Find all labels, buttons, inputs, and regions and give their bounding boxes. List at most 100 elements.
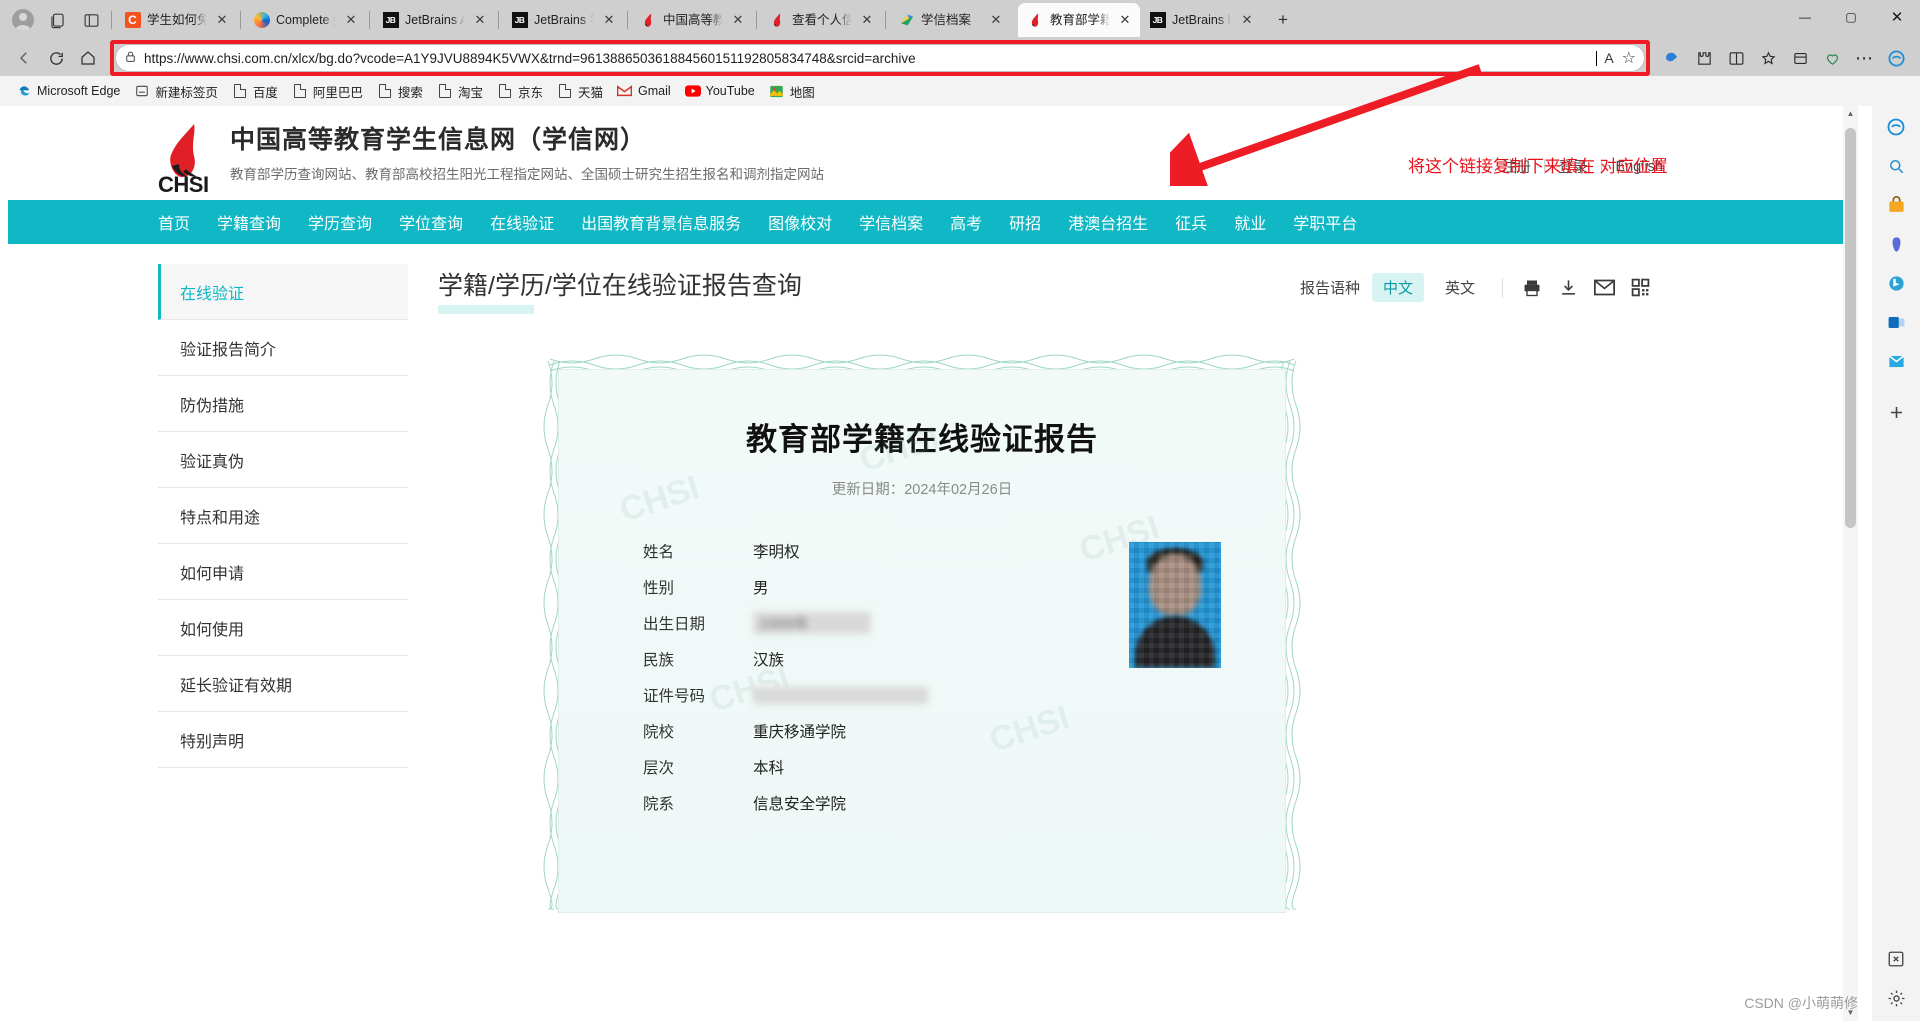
read-aloud-icon[interactable]: A bbox=[1604, 50, 1613, 66]
close-icon[interactable]: ✕ bbox=[859, 12, 875, 28]
scroll-up-icon[interactable]: ▲ bbox=[1843, 106, 1858, 122]
sidebar-item-how-to-apply[interactable]: 如何申请 bbox=[158, 544, 408, 600]
sidebar-item-features-uses[interactable]: 特点和用途 bbox=[158, 488, 408, 544]
minimize-button[interactable]: — bbox=[1782, 0, 1828, 34]
close-icon[interactable]: ✕ bbox=[343, 12, 359, 28]
qrcode-icon[interactable] bbox=[1627, 276, 1653, 300]
close-icon[interactable]: ✕ bbox=[472, 12, 488, 28]
nav-item-online-verify[interactable]: 在线验证 bbox=[490, 210, 554, 234]
sidebar-shopping-icon[interactable] bbox=[1880, 190, 1912, 220]
nav-item-xueji[interactable]: 学籍查询 bbox=[217, 210, 281, 234]
close-icon[interactable]: ✕ bbox=[1117, 12, 1133, 28]
nav-item-xueli[interactable]: 学历查询 bbox=[308, 210, 372, 234]
close-icon[interactable]: ✕ bbox=[1239, 12, 1255, 28]
close-icon[interactable]: ✕ bbox=[988, 12, 1004, 28]
sidebar-outlook-icon[interactable] bbox=[1880, 307, 1912, 337]
extensions-icon[interactable] bbox=[1688, 43, 1720, 73]
nav-item-zhengbing[interactable]: 征兵 bbox=[1175, 210, 1207, 234]
copilot-sidebar-icon[interactable] bbox=[1880, 43, 1912, 73]
bookmark-item[interactable]: 天猫 bbox=[551, 79, 609, 104]
tab-label: JetBrains lea bbox=[1172, 12, 1233, 27]
sidebar-item-verify-authenticity[interactable]: 验证真伪 bbox=[158, 432, 408, 488]
browser-tab[interactable]: C 学生如何免费 ✕ bbox=[115, 3, 237, 37]
lang-option-english[interactable]: 英文 bbox=[1434, 273, 1486, 302]
browser-tab[interactable]: 学信档案 ✕ bbox=[889, 3, 1011, 37]
back-icon[interactable] bbox=[8, 43, 40, 73]
browser-essentials-icon[interactable] bbox=[1816, 43, 1848, 73]
bookmark-item[interactable]: 淘宝 bbox=[431, 79, 489, 104]
nav-item-gaokao[interactable]: 高考 bbox=[950, 210, 982, 234]
bookmark-label: 京东 bbox=[517, 85, 543, 100]
copilot-icon[interactable] bbox=[1656, 43, 1688, 73]
field-label: 出生日期 bbox=[643, 616, 706, 633]
email-icon[interactable] bbox=[1591, 276, 1617, 300]
favorites-icon[interactable] bbox=[1752, 43, 1784, 73]
sidebar-copilot-icon[interactable] bbox=[1880, 112, 1912, 142]
tab-search-icon[interactable] bbox=[40, 3, 74, 37]
collections-icon[interactable] bbox=[1784, 43, 1816, 73]
close-icon[interactable]: ✕ bbox=[601, 12, 617, 28]
nav-item-yanzhao[interactable]: 研招 bbox=[1009, 210, 1041, 234]
nav-item-overseas[interactable]: 出国教育背景信息服务 bbox=[581, 210, 741, 234]
sidebar-expand-icon[interactable] bbox=[1880, 944, 1912, 974]
bookmark-label: 阿里巴巴 bbox=[312, 85, 363, 100]
bookmark-item[interactable]: 京东 bbox=[491, 79, 549, 104]
bookmark-item[interactable]: Microsoft Edge bbox=[10, 80, 126, 102]
nav-item-xuezhi[interactable]: 学职平台 bbox=[1293, 210, 1357, 234]
home-icon[interactable] bbox=[72, 43, 104, 73]
browser-tab[interactable]: JB JetBrains 学习 ✕ bbox=[502, 3, 624, 37]
lang-option-chinese[interactable]: 中文 bbox=[1371, 273, 1424, 302]
sidebar-item-how-to-use[interactable]: 如何使用 bbox=[158, 600, 408, 656]
gmail-icon bbox=[617, 83, 633, 99]
profile-button[interactable] bbox=[6, 3, 40, 37]
sidebar-add-icon[interactable] bbox=[1880, 397, 1912, 427]
sidebar-item-special-notice[interactable]: 特别声明 bbox=[158, 712, 408, 768]
maximize-button[interactable]: ▢ bbox=[1828, 0, 1874, 34]
nav-item-gangaotai[interactable]: 港澳台招生 bbox=[1068, 210, 1148, 234]
sidebar-item-online-verify[interactable]: 在线验证 bbox=[158, 264, 408, 320]
bookmark-item[interactable]: Gmail bbox=[611, 80, 677, 102]
bookmark-item[interactable]: 搜索 bbox=[371, 79, 429, 104]
sidebar-bing-icon[interactable] bbox=[1880, 268, 1912, 298]
browser-tab[interactable]: JB JetBrains lea ✕ bbox=[1140, 3, 1262, 37]
close-icon[interactable]: ✕ bbox=[214, 12, 230, 28]
page-scrollbar[interactable]: ▲ ▼ bbox=[1843, 106, 1858, 1021]
nav-item-image-check[interactable]: 图像校对 bbox=[768, 210, 832, 234]
browser-tab-active[interactable]: 教育部学籍在 ✕ bbox=[1018, 3, 1140, 37]
bookmark-item[interactable]: 百度 bbox=[226, 79, 284, 104]
scrollbar-thumb[interactable] bbox=[1845, 128, 1856, 528]
split-screen-icon[interactable] bbox=[1720, 43, 1752, 73]
field-label: 层次 bbox=[643, 760, 675, 777]
bookmark-item[interactable]: 阿里巴巴 bbox=[286, 79, 369, 104]
browser-tab[interactable]: 中国高等教育 ✕ bbox=[631, 3, 753, 37]
close-icon[interactable]: ✕ bbox=[730, 12, 746, 28]
sidebar-games-icon[interactable] bbox=[1880, 229, 1912, 259]
browser-tab[interactable]: Complete yo ✕ bbox=[244, 3, 366, 37]
nav-item-xuewei[interactable]: 学位查询 bbox=[399, 210, 463, 234]
bookmark-item[interactable]: YouTube bbox=[679, 80, 761, 102]
close-window-button[interactable]: ✕ bbox=[1874, 0, 1920, 34]
nav-item-home[interactable]: 首页 bbox=[158, 210, 190, 234]
language-label: 报告语种 bbox=[1299, 280, 1360, 297]
sidebar-mail-icon[interactable] bbox=[1880, 346, 1912, 376]
sidebar-item-report-intro[interactable]: 验证报告简介 bbox=[158, 320, 408, 376]
settings-more-icon[interactable]: ⋯ bbox=[1848, 43, 1880, 73]
sidebar-settings-gear-icon[interactable] bbox=[1880, 983, 1912, 1013]
print-icon[interactable] bbox=[1519, 276, 1545, 300]
sidebar-item-anti-counterfeit[interactable]: 防伪措施 bbox=[158, 376, 408, 432]
certificate-container: CHSI CHSI CHSI CHSI CHSI 教育部学籍在线验证报告 更新日… bbox=[533, 344, 1302, 922]
split-pane-icon[interactable] bbox=[74, 3, 108, 37]
sidebar-search-icon[interactable] bbox=[1880, 151, 1912, 181]
new-tab-button[interactable]: + bbox=[1268, 5, 1298, 35]
nav-item-jiuye[interactable]: 就业 bbox=[1234, 210, 1266, 234]
nav-item-archive[interactable]: 学信档案 bbox=[859, 210, 923, 234]
browser-tab[interactable]: JB JetBrains Acc ✕ bbox=[373, 3, 495, 37]
refresh-icon[interactable] bbox=[40, 43, 72, 73]
sidebar-item-extend-validity[interactable]: 延长验证有效期 bbox=[158, 656, 408, 712]
bookmark-item[interactable]: 地图 bbox=[763, 79, 821, 104]
bookmark-item[interactable]: 新建标签页 bbox=[128, 79, 224, 104]
download-icon[interactable] bbox=[1555, 276, 1581, 300]
browser-tab[interactable]: 查看个人信息 ✕ bbox=[760, 3, 882, 37]
chsi-wordmark: CHSI bbox=[158, 172, 209, 197]
favorite-star-icon[interactable]: ☆ bbox=[1622, 48, 1636, 68]
